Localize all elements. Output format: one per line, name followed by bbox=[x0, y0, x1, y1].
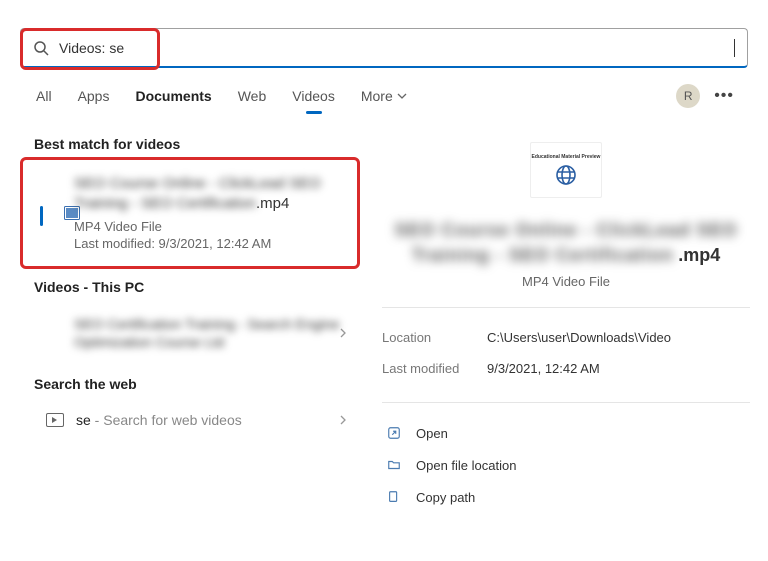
tabs-row: All Apps Documents Web Videos More R ••• bbox=[0, 68, 768, 110]
tab-apps[interactable]: Apps bbox=[76, 82, 112, 110]
search-icon bbox=[33, 40, 49, 56]
videos-pc-heading: Videos - This PC bbox=[34, 279, 362, 295]
selection-indicator bbox=[40, 206, 43, 226]
tabs-left: All Apps Documents Web Videos More bbox=[34, 82, 409, 110]
globe-icon bbox=[554, 163, 578, 187]
result-modified: Last modified: 9/3/2021, 12:42 AM bbox=[74, 236, 346, 251]
best-match-heading: Best match for videos bbox=[34, 136, 362, 152]
action-open[interactable]: Open bbox=[382, 417, 750, 449]
preview-title: SEO Course Online - ClickLead SEO Traini… bbox=[382, 218, 750, 268]
result-title: SEO Course Online - ClickLead SEO Traini… bbox=[74, 174, 346, 215]
tab-videos[interactable]: Videos bbox=[290, 82, 337, 110]
file-thumbnail: Educational Material Preview bbox=[530, 142, 602, 198]
search-web-card[interactable]: se - Search for web videos bbox=[34, 402, 362, 438]
user-avatar[interactable]: R bbox=[676, 84, 700, 108]
search-web-heading: Search the web bbox=[34, 376, 362, 392]
thumb-text: Educational Material Preview bbox=[532, 154, 601, 160]
preview-pane: Educational Material Preview SEO Course … bbox=[382, 128, 750, 289]
video-icon bbox=[46, 413, 64, 427]
result-video-pc[interactable]: SEO Certification Training - Search Engi… bbox=[34, 305, 362, 363]
result2-title: SEO Certification Training - Search Engi… bbox=[74, 315, 340, 353]
copy-icon bbox=[386, 489, 402, 505]
tab-all[interactable]: All bbox=[34, 82, 54, 110]
result-best-match[interactable]: SEO Course Online - ClickLead SEO Traini… bbox=[34, 162, 362, 261]
folder-icon bbox=[386, 457, 402, 473]
tab-more-label: More bbox=[361, 88, 393, 104]
divider bbox=[382, 402, 750, 403]
tab-documents[interactable]: Documents bbox=[133, 82, 213, 110]
tab-more[interactable]: More bbox=[359, 82, 409, 110]
tab-web[interactable]: Web bbox=[236, 82, 269, 110]
search-bar[interactable]: Videos: se bbox=[20, 28, 748, 68]
more-options-icon[interactable]: ••• bbox=[714, 87, 734, 105]
web-search-text: se - Search for web videos bbox=[76, 412, 242, 428]
result-type: MP4 Video File bbox=[74, 219, 346, 234]
action-open-location[interactable]: Open file location bbox=[382, 449, 750, 481]
tabs-right: R ••• bbox=[676, 84, 734, 108]
text-caret bbox=[734, 39, 735, 57]
open-icon bbox=[386, 425, 402, 441]
search-input-text[interactable]: Videos: se bbox=[59, 40, 735, 56]
chevron-right-icon bbox=[340, 415, 346, 425]
divider bbox=[382, 307, 750, 308]
chevron-right-icon bbox=[340, 328, 346, 338]
chevron-down-icon bbox=[397, 93, 407, 99]
action-copy-path[interactable]: Copy path bbox=[382, 481, 750, 513]
preview-type: MP4 Video File bbox=[522, 274, 610, 289]
meta-location: Location C:\Users\user\Downloads\Video bbox=[382, 322, 750, 353]
meta-modified: Last modified 9/3/2021, 12:42 AM bbox=[382, 353, 750, 384]
